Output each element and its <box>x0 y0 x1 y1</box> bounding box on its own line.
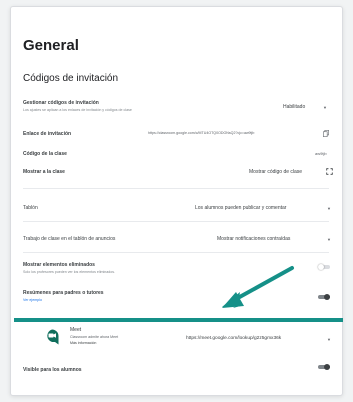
class-code-label: Código de la clase <box>23 151 67 157</box>
guardian-toggle[interactable] <box>318 294 330 300</box>
classwork-select[interactable]: Mostrar notificaciones contraídas <box>217 236 290 242</box>
meet-link-value[interactable]: https://meet.google.com/lookup/g2z5gmx36… <box>186 336 281 341</box>
show-to-class-label: Mostrar a la clase <box>23 169 65 175</box>
classwork-label: Trabajo de clase en el tablón de anuncio… <box>23 236 116 242</box>
class-code-value: aw9tjb <box>315 151 327 156</box>
guardian-label: Resúmenes para padres o tutores <box>23 290 104 296</box>
toggle-knob <box>324 364 330 370</box>
page-title: General <box>23 37 79 54</box>
meet-desc: Classroom admite ahora Meet <box>70 335 119 339</box>
invite-section-title: Códigos de invitación <box>23 73 119 84</box>
stream-dropdown-icon[interactable]: ▼ <box>327 206 331 211</box>
fullscreen-icon[interactable] <box>326 168 333 175</box>
invite-link-label: Enlace de invitación <box>23 131 72 137</box>
section-divider <box>23 221 329 222</box>
meet-more-info-link[interactable]: Más información <box>70 341 96 345</box>
meet-link-dropdown-icon[interactable]: ▼ <box>327 337 331 342</box>
meet-logo-icon <box>47 329 59 345</box>
stream-label: Tablón <box>23 205 38 211</box>
highlight-line <box>14 318 343 322</box>
classwork-dropdown-icon[interactable]: ▼ <box>327 237 331 242</box>
manage-codes-dropdown-icon[interactable]: ▼ <box>323 105 327 110</box>
section-divider <box>23 188 329 189</box>
toggle-knob <box>318 264 324 270</box>
section-divider <box>23 252 329 253</box>
manage-codes-label: Gestionar códigos de invitación <box>23 100 99 106</box>
manage-codes-select[interactable]: Habilitado <box>283 104 305 110</box>
copy-icon[interactable] <box>323 130 329 137</box>
show-code-button[interactable]: Mostrar código de clase <box>249 169 302 175</box>
guardian-example-link[interactable]: Ver ejemplo <box>23 298 42 302</box>
manage-codes-desc: Los ajustes se aplican a los enlaces de … <box>23 108 132 112</box>
invite-link-value: https://classroom.google.com/c/MTU4OTQ0O… <box>148 131 255 135</box>
deleted-items-label: Mostrar elementos eliminados <box>23 262 95 268</box>
meet-title: Meet <box>70 327 82 333</box>
deleted-items-desc: Solo los profesores pueden ver los eleme… <box>23 270 116 274</box>
toggle-knob <box>324 294 330 300</box>
settings-window <box>10 6 343 396</box>
meet-visible-label: Visible para los alumnos <box>23 367 82 373</box>
deleted-items-toggle[interactable] <box>318 264 330 270</box>
meet-visible-toggle[interactable] <box>318 364 330 370</box>
stream-select[interactable]: Los alumnos pueden publicar y comentar <box>195 205 286 211</box>
